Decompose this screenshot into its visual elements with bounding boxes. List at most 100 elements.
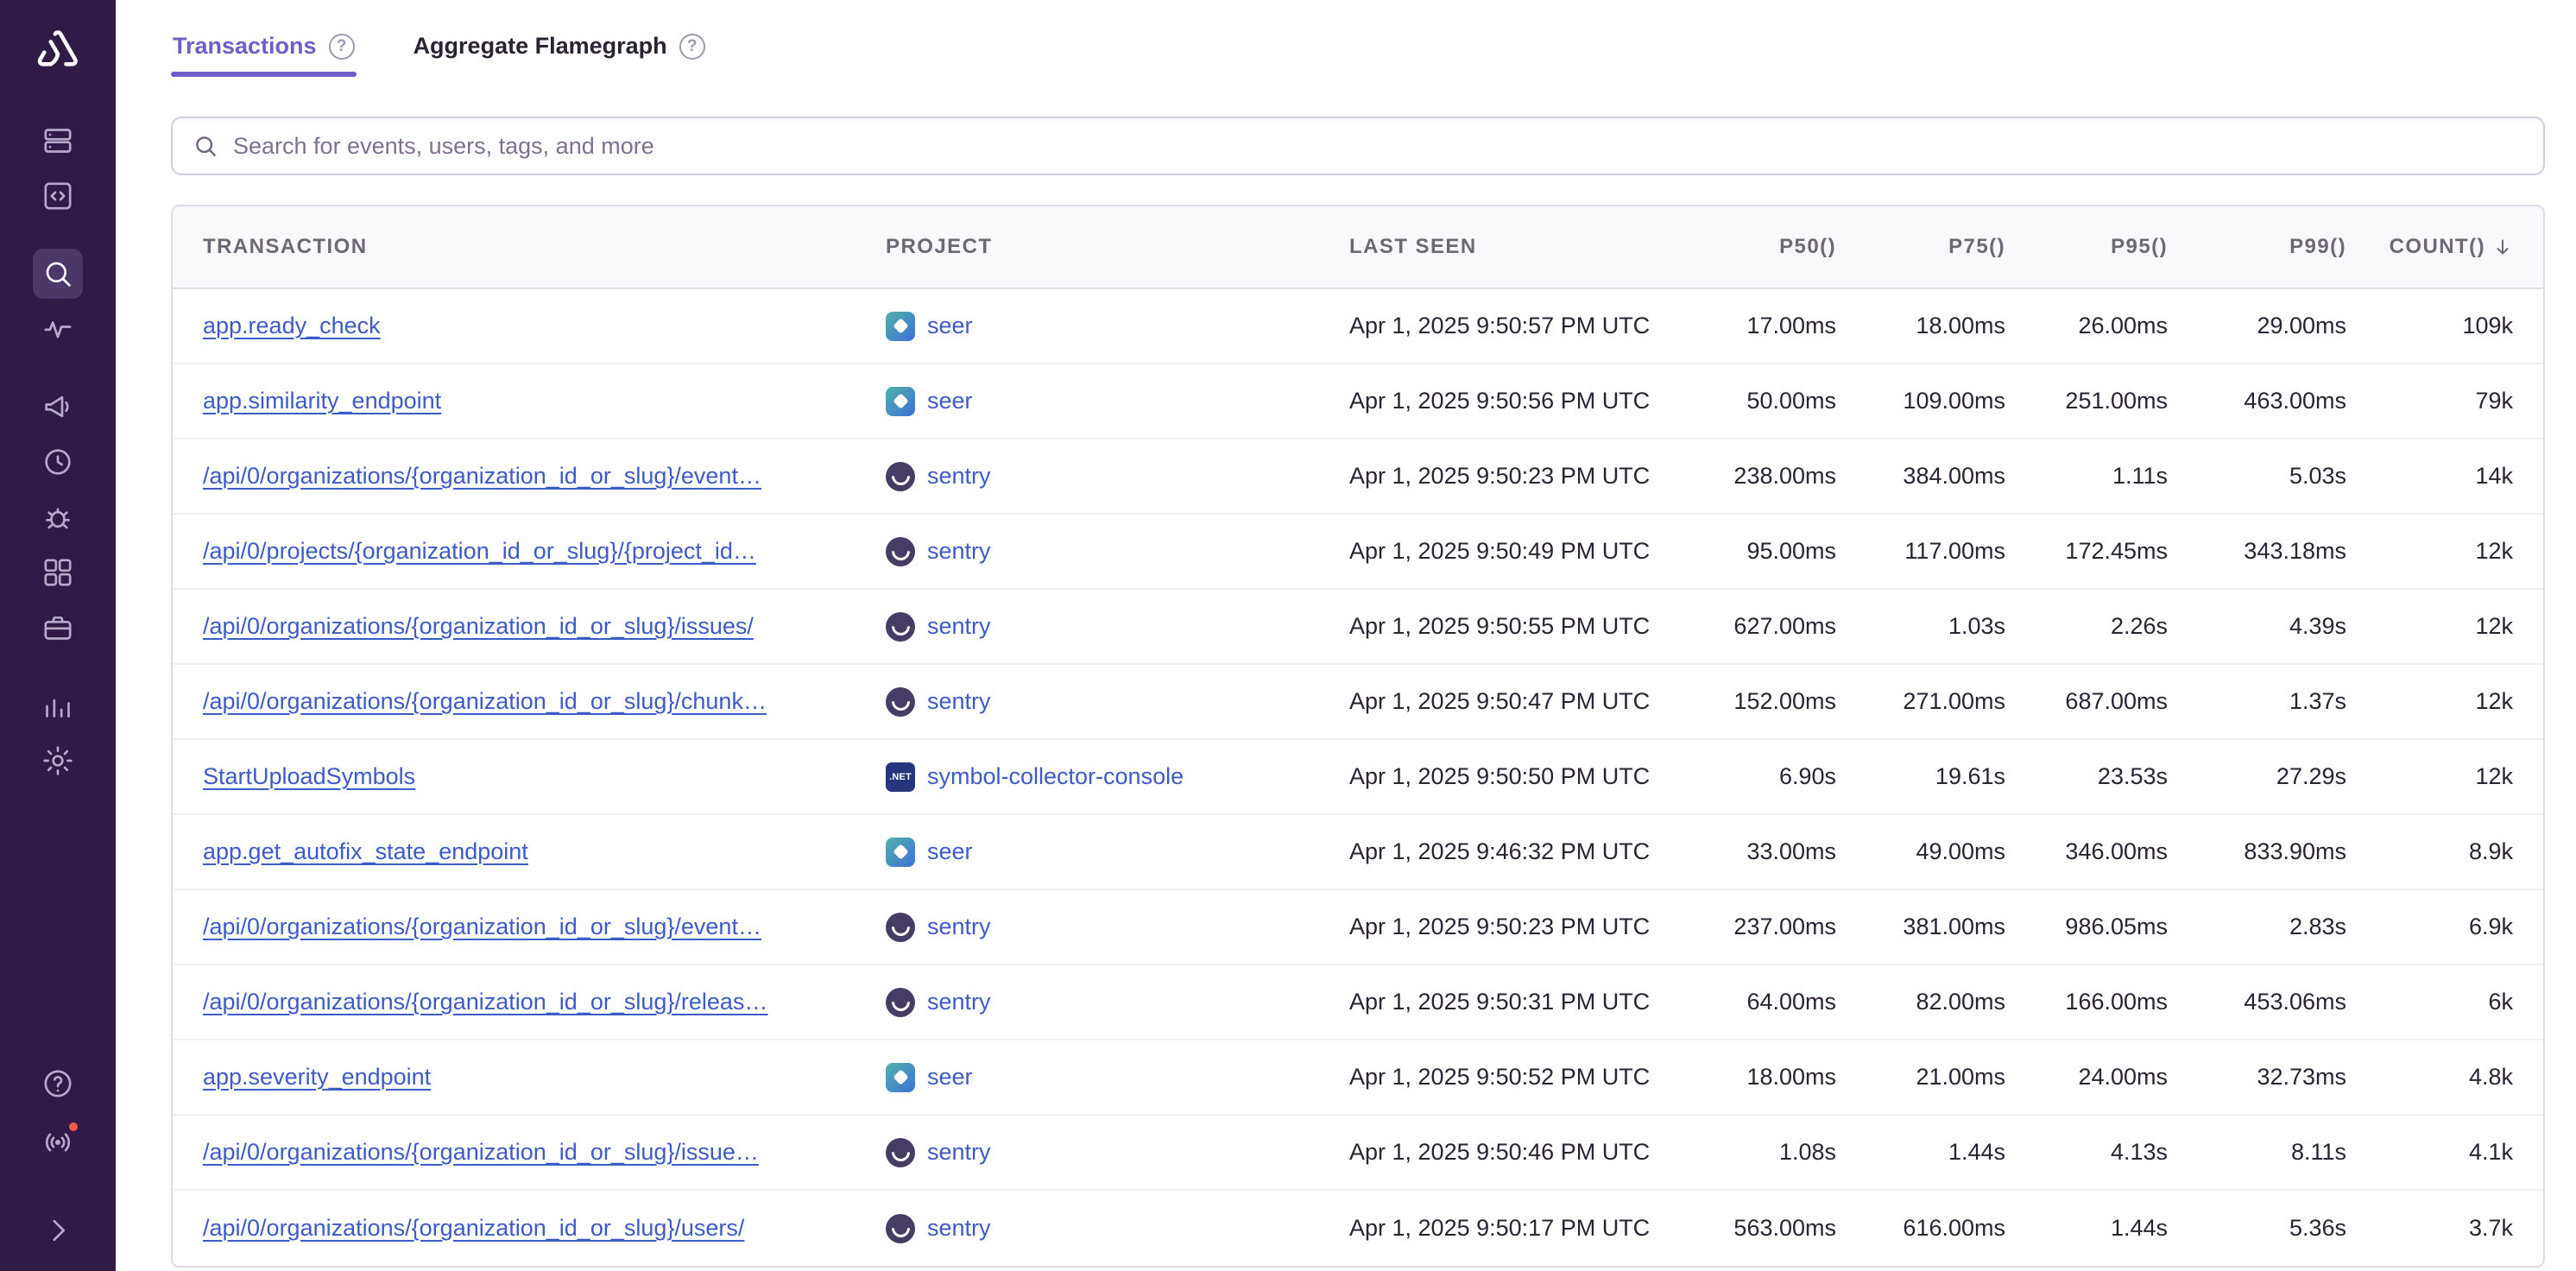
p75-cell: 49.00ms (1836, 838, 2005, 865)
count-cell: 14k (2346, 463, 2513, 490)
notification-dot (66, 1119, 81, 1135)
p75-cell: 19.61s (1836, 763, 2005, 790)
count-cell: 12k (2346, 538, 2513, 565)
table-row: /api/0/organizations/{organization_id_or… (173, 1191, 2543, 1266)
project-link[interactable]: seer (927, 1064, 973, 1091)
transaction-link[interactable]: app.get_autofix_state_endpoint (203, 838, 886, 865)
p95-cell: 26.00ms (2005, 313, 2168, 339)
tab-aggregate-flamegraph[interactable]: Aggregate Flamegraph (412, 26, 707, 77)
last-seen-cell: Apr 1, 2025 9:50:52 PM UTC (1349, 1064, 1695, 1091)
sidebar-item-replays[interactable] (33, 437, 83, 487)
tab-transactions[interactable]: Transactions (171, 26, 357, 77)
issues-icon (41, 123, 75, 158)
transaction-link[interactable]: StartUploadSymbols (203, 763, 886, 790)
transaction-link[interactable]: /api/0/organizations/{organization_id_or… (203, 613, 886, 640)
transaction-link[interactable]: app.severity_endpoint (203, 1064, 886, 1091)
p99-cell: 32.73ms (2168, 1064, 2346, 1091)
col-last-seen[interactable]: LAST SEEN (1349, 235, 1695, 259)
count-cell: 8.9k (2346, 838, 2513, 865)
platform-icon (886, 1063, 915, 1092)
col-p75[interactable]: P75() (1836, 235, 2005, 259)
p99-cell: 463.00ms (2168, 388, 2346, 414)
last-seen-cell: Apr 1, 2025 9:50:57 PM UTC (1349, 313, 1695, 339)
sidebar-expand-button[interactable] (33, 1205, 83, 1255)
platform-icon (886, 612, 915, 642)
project-link[interactable]: seer (927, 313, 973, 339)
p75-cell: 616.00ms (1836, 1215, 2005, 1242)
transaction-link[interactable]: /api/0/organizations/{organization_id_or… (203, 914, 886, 940)
tab-transactions-label: Transactions (173, 33, 317, 60)
count-cell: 79k (2346, 388, 2513, 414)
sidebar-nav-lower (33, 680, 83, 786)
sentry-logo[interactable] (30, 22, 85, 78)
project-link[interactable]: sentry (927, 1215, 991, 1242)
col-count[interactable]: COUNT() (2346, 235, 2513, 259)
gear-icon (41, 743, 75, 778)
project-link[interactable]: sentry (927, 1139, 991, 1166)
last-seen-cell: Apr 1, 2025 9:50:17 PM UTC (1349, 1215, 1695, 1242)
project-link[interactable]: sentry (927, 463, 991, 490)
transaction-link[interactable]: /api/0/organizations/{organization_id_or… (203, 463, 886, 490)
sidebar-bottom (33, 1059, 83, 1255)
sidebar-item-settings[interactable] (33, 736, 83, 786)
p99-cell: 4.39s (2168, 613, 2346, 640)
project-link[interactable]: seer (927, 388, 973, 414)
p50-cell: 17.00ms (1695, 313, 1836, 339)
profiling-page: Transactions Aggregate Flamegraph TRANSA… (0, 0, 2576, 1271)
project-link[interactable]: seer (927, 838, 973, 865)
sidebar-item-help[interactable] (33, 1059, 83, 1109)
p95-cell: 346.00ms (2005, 838, 2168, 865)
project-link[interactable]: sentry (927, 688, 991, 715)
project-link[interactable]: sentry (927, 538, 991, 565)
sidebar-item-explore[interactable] (33, 249, 83, 299)
table-row: app.ready_check seer Apr 1, 2025 9:50:57… (173, 289, 2543, 364)
table-row: /api/0/organizations/{organization_id_or… (173, 439, 2543, 515)
transaction-link[interactable]: /api/0/organizations/{organization_id_or… (203, 989, 886, 1015)
project-link[interactable]: sentry (927, 613, 991, 640)
help-icon[interactable] (329, 34, 355, 60)
p99-cell: 27.29s (2168, 763, 2346, 790)
p95-cell: 687.00ms (2005, 688, 2168, 715)
p99-cell: 2.83s (2168, 914, 2346, 940)
sidebar-item-whats-new[interactable] (33, 1117, 83, 1167)
sidebar-item-stats[interactable] (33, 680, 83, 730)
sidebar-item-feedback[interactable] (33, 382, 83, 432)
col-p99[interactable]: P99() (2168, 235, 2346, 259)
transaction-link[interactable]: /api/0/organizations/{organization_id_or… (203, 1139, 886, 1166)
transaction-link[interactable]: /api/0/organizations/{organization_id_or… (203, 1215, 886, 1242)
project-link[interactable]: sentry (927, 989, 991, 1015)
sidebar-item-dashboards[interactable] (33, 547, 83, 598)
sidebar-item-releases[interactable] (33, 603, 83, 653)
project-link[interactable]: sentry (927, 914, 991, 940)
p50-cell: 33.00ms (1695, 838, 1836, 865)
help-icon[interactable] (679, 34, 705, 60)
sidebar-item-projects[interactable] (33, 171, 83, 221)
project-link[interactable]: symbol-collector-console (927, 763, 1184, 790)
sidebar (0, 0, 116, 1271)
sidebar-item-traces[interactable] (33, 304, 83, 354)
sidebar-item-crons[interactable] (33, 492, 83, 542)
sidebar-item-issues[interactable] (33, 116, 83, 166)
p50-cell: 627.00ms (1695, 613, 1836, 640)
table-row: StartUploadSymbols symbol-collector-cons… (173, 740, 2543, 815)
search-input[interactable] (233, 133, 2524, 160)
p99-cell: 453.06ms (2168, 989, 2346, 1015)
transaction-link[interactable]: /api/0/projects/{organization_id_or_slug… (203, 538, 886, 565)
p95-cell: 166.00ms (2005, 989, 2168, 1015)
count-cell: 6.9k (2346, 914, 2513, 940)
col-p50[interactable]: P50() (1695, 235, 1836, 259)
platform-icon (886, 462, 915, 491)
p75-cell: 82.00ms (1836, 989, 2005, 1015)
last-seen-cell: Apr 1, 2025 9:50:31 PM UTC (1349, 989, 1695, 1015)
col-count-label: COUNT() (2390, 235, 2485, 259)
briefcase-icon (41, 610, 75, 645)
col-project[interactable]: PROJECT (886, 235, 1349, 259)
transaction-link[interactable]: app.ready_check (203, 313, 886, 339)
col-transaction[interactable]: TRANSACTION (203, 235, 886, 259)
col-p95[interactable]: P95() (2005, 235, 2168, 259)
search-bar[interactable] (171, 117, 2545, 175)
transaction-link[interactable]: app.similarity_endpoint (203, 388, 886, 414)
sidebar-nav-middle (33, 382, 83, 653)
platform-icon (886, 913, 915, 942)
transaction-link[interactable]: /api/0/organizations/{organization_id_or… (203, 688, 886, 715)
